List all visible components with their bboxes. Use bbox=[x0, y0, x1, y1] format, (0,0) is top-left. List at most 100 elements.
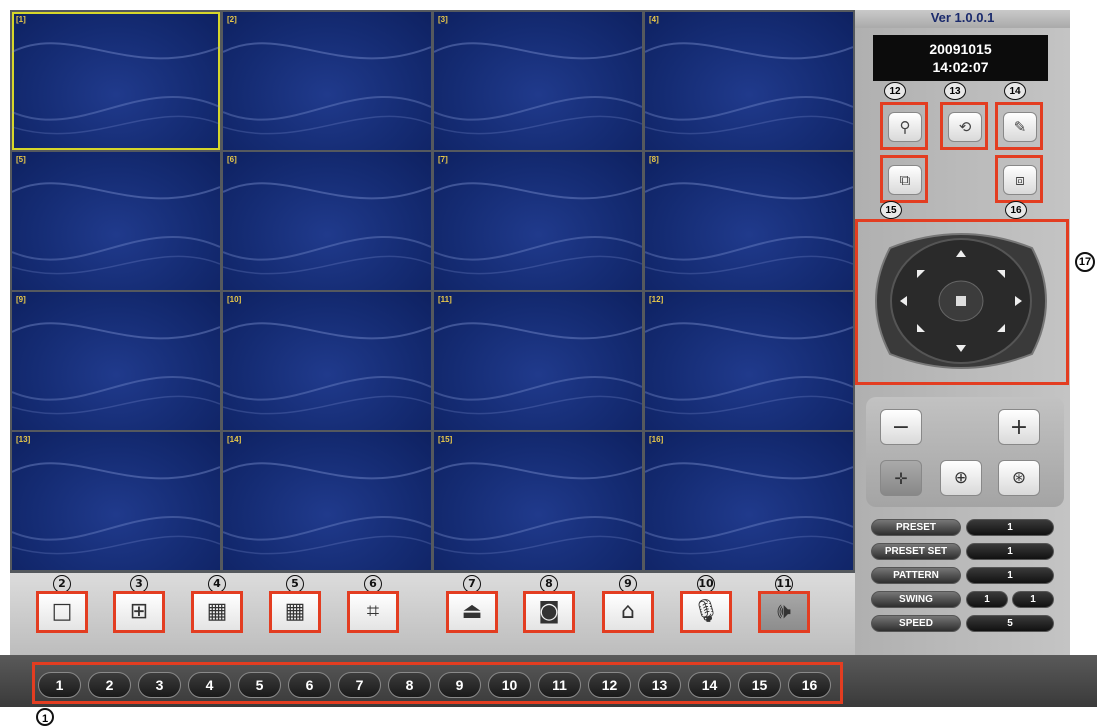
search-button[interactable]: ⚲ bbox=[888, 112, 922, 142]
toolbar-marker-7: 7 bbox=[457, 573, 487, 593]
magnify-button[interactable]: ⊕ bbox=[940, 460, 982, 496]
wrench-icon: ✎ bbox=[1013, 119, 1027, 136]
camera-view-7[interactable]: [7] bbox=[434, 152, 642, 290]
layout-toolbar: 2 □ 3 ⊞ 4 ▦ 5 ▦ 6 ⌗ 7 ⏏ 8 ◙ 9 ⌂ 10 🎙 11 🕪 bbox=[10, 573, 855, 655]
sixteen-layout-icon: ▦ bbox=[284, 599, 306, 624]
toolbar-marker-6: 6 bbox=[358, 573, 388, 593]
connect-button[interactable]: ⧉ bbox=[888, 165, 922, 195]
quad-layout-icon: ⊞ bbox=[129, 599, 149, 624]
camera-view-9[interactable]: [9] bbox=[12, 292, 220, 430]
network-button[interactable]: ⟲ bbox=[948, 112, 982, 142]
version-label: Ver 1.0.0.1 bbox=[855, 10, 1070, 28]
camera-view-8[interactable]: [8] bbox=[645, 152, 853, 290]
camera-view-12[interactable]: [12] bbox=[645, 292, 853, 430]
setting-value[interactable]: 1 bbox=[966, 519, 1054, 536]
clock-display: 20091015 14:02:07 bbox=[873, 35, 1048, 81]
alarm-icon: ⌂ bbox=[621, 599, 635, 624]
camera-view-13[interactable]: [13] bbox=[12, 432, 220, 570]
channel-button-3[interactable]: 3 bbox=[138, 672, 181, 698]
camera-view-11[interactable]: [11] bbox=[434, 292, 642, 430]
channel-button-8[interactable]: 8 bbox=[388, 672, 431, 698]
quad-layout-button[interactable]: ⊞ bbox=[113, 591, 165, 633]
channel-button-12[interactable]: 12 bbox=[588, 672, 631, 698]
channel-button-11[interactable]: 11 bbox=[538, 672, 581, 698]
channel-button-1[interactable]: 1 bbox=[38, 672, 81, 698]
camera-label: [8] bbox=[649, 155, 659, 164]
disconnect-button[interactable]: ⧈ bbox=[1003, 165, 1037, 195]
nine-layout-icon: ▦ bbox=[206, 599, 228, 624]
camera-label: [16] bbox=[649, 435, 664, 444]
camera-view-16[interactable]: [16] bbox=[645, 432, 853, 570]
magnify-icon: ⊕ bbox=[953, 468, 969, 488]
channel-button-6[interactable]: 6 bbox=[288, 672, 331, 698]
function-marker-13: 13 bbox=[944, 82, 966, 100]
setting-value[interactable]: 1 bbox=[1012, 591, 1054, 608]
network-icon: ⟲ bbox=[958, 119, 972, 136]
setting-value[interactable]: 1 bbox=[966, 591, 1008, 608]
channel-button-4[interactable]: 4 bbox=[188, 672, 231, 698]
function-marker-14: 14 bbox=[1004, 82, 1026, 100]
camera-button[interactable]: ◙ bbox=[523, 591, 575, 633]
camera-view-10[interactable]: [10] bbox=[223, 292, 431, 430]
stop-icon[interactable] bbox=[956, 296, 966, 306]
ptz-joystick[interactable] bbox=[870, 228, 1052, 374]
camera-view-15[interactable]: [15] bbox=[434, 432, 642, 570]
toolbar-marker-2: 2 bbox=[47, 573, 77, 593]
iris-button[interactable]: ⊛ bbox=[998, 460, 1040, 496]
single-layout-button[interactable]: □ bbox=[36, 591, 88, 633]
camera-label: [9] bbox=[16, 295, 26, 304]
search-icon: ⚲ bbox=[899, 119, 911, 136]
camera-icon: ◙ bbox=[538, 599, 560, 624]
plus-icon: + bbox=[1009, 414, 1029, 440]
record-icon: ⏏ bbox=[461, 599, 483, 624]
toolbar-marker-11: 11 bbox=[769, 573, 799, 593]
camera-view-2[interactable]: [2] bbox=[223, 12, 431, 150]
record-button[interactable]: ⏏ bbox=[446, 591, 498, 633]
channel-button-10[interactable]: 10 bbox=[488, 672, 531, 698]
setting-value[interactable]: 1 bbox=[966, 567, 1054, 584]
iris-icon: ⊛ bbox=[1011, 468, 1027, 488]
microphone-button[interactable]: 🎙 bbox=[680, 591, 732, 633]
sixteen-layout-button[interactable]: ▦ bbox=[269, 591, 321, 633]
wrench-button[interactable]: ✎ bbox=[1003, 112, 1037, 142]
channel-button-15[interactable]: 15 bbox=[738, 672, 781, 698]
channel-button-16[interactable]: 16 bbox=[788, 672, 831, 698]
camera-view-3[interactable]: [3] bbox=[434, 12, 642, 150]
channel-button-13[interactable]: 13 bbox=[638, 672, 681, 698]
channel-button-5[interactable]: 5 bbox=[238, 672, 281, 698]
camera-view-1[interactable]: [1] bbox=[12, 12, 220, 150]
channel-button-14[interactable]: 14 bbox=[688, 672, 731, 698]
clock-time: 14:02:07 bbox=[932, 59, 989, 75]
camera-view-6[interactable]: [6] bbox=[223, 152, 431, 290]
camera-view-4[interactable]: [4] bbox=[645, 12, 853, 150]
nine-layout-button[interactable]: ▦ bbox=[191, 591, 243, 633]
toolbar-marker-4: 4 bbox=[202, 573, 232, 593]
toolbar-marker-9: 9 bbox=[613, 573, 643, 593]
setting-value[interactable]: 5 bbox=[966, 615, 1054, 632]
connect-icon: ⧉ bbox=[899, 171, 911, 189]
channel-button-7[interactable]: 7 bbox=[338, 672, 381, 698]
channel-button-2[interactable]: 2 bbox=[88, 672, 131, 698]
auto-focus-button[interactable]: ✛ bbox=[880, 460, 922, 496]
clock-date: 20091015 bbox=[929, 41, 992, 57]
camera-label: [12] bbox=[649, 295, 664, 304]
fullscreen-button[interactable]: ⌗ bbox=[347, 591, 399, 633]
ptz-marker: 17 bbox=[1075, 252, 1095, 272]
camera-view-5[interactable]: [5] bbox=[12, 152, 220, 290]
speaker-button[interactable]: 🕪 bbox=[758, 591, 810, 633]
setting-value[interactable]: 1 bbox=[966, 543, 1054, 560]
camera-label: [14] bbox=[227, 435, 242, 444]
camera-label: [13] bbox=[16, 435, 31, 444]
video-grid: [1] [2] [3] [4] [5] [6] [7] [8] [9] [10] [11] [12] [… bbox=[10, 10, 855, 573]
camera-label: [1] bbox=[16, 15, 26, 24]
camera-label: [10] bbox=[227, 295, 242, 304]
zoom-out-button[interactable]: − bbox=[880, 409, 922, 445]
camera-view-14[interactable]: [14] bbox=[223, 432, 431, 570]
zoom-in-button[interactable]: + bbox=[998, 409, 1040, 445]
crosshair-icon: ✛ bbox=[894, 468, 908, 488]
minus-icon: − bbox=[891, 414, 911, 440]
alarm-button[interactable]: ⌂ bbox=[602, 591, 654, 633]
single-layout-icon: □ bbox=[51, 599, 73, 624]
function-marker-12: 12 bbox=[884, 82, 906, 100]
channel-button-9[interactable]: 9 bbox=[438, 672, 481, 698]
